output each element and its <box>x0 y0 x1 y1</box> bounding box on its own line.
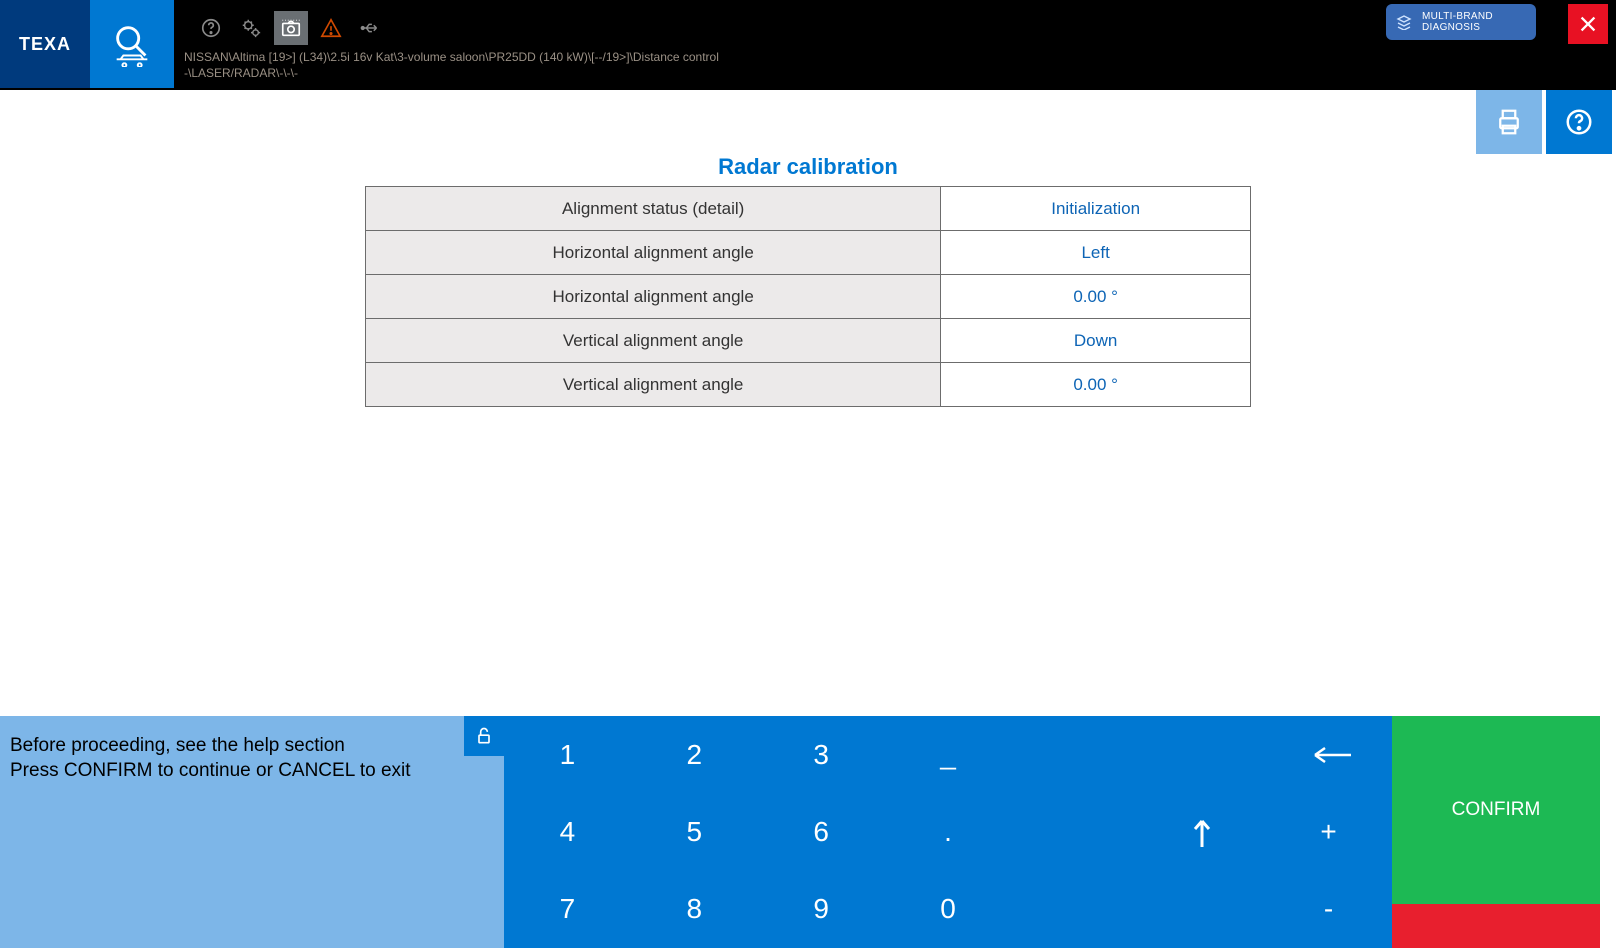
keypad-minus[interactable]: - <box>1265 871 1392 948</box>
row-label: Horizontal alignment angle <box>366 275 941 319</box>
calibration-table: Alignment status (detail)Initialization … <box>365 186 1251 407</box>
row-value: 0.00 ° <box>941 363 1251 407</box>
row-value: Initialization <box>941 187 1251 231</box>
usb-icon <box>360 17 382 39</box>
row-value: 0.00 ° <box>941 275 1251 319</box>
help-icon <box>200 17 222 39</box>
keypad-8[interactable]: 8 <box>631 871 758 948</box>
action-column: CONFIRM <box>1392 716 1600 948</box>
keypad-empty <box>1138 716 1265 793</box>
table-row: Alignment status (detail)Initialization <box>366 187 1251 231</box>
row-label: Vertical alignment angle <box>366 363 941 407</box>
page-title: Radar calibration <box>0 154 1616 180</box>
table-row: Vertical alignment angleDown <box>366 319 1251 363</box>
keypad-0[interactable]: 0 <box>885 871 1012 948</box>
keypad-underscore[interactable]: _ <box>885 716 1012 793</box>
stacked-layers-icon <box>1394 12 1414 32</box>
row-label: Vertical alignment angle <box>366 319 941 363</box>
row-value: Left <box>941 231 1251 275</box>
camera-icon <box>280 17 302 39</box>
warning-icon <box>320 17 342 39</box>
row-value: Down <box>941 319 1251 363</box>
keypad-backspace[interactable] <box>1265 716 1392 793</box>
row-label: Horizontal alignment angle <box>366 231 941 275</box>
brand-logo: TEXA <box>0 0 90 88</box>
table-row: Horizontal alignment angleLeft <box>366 231 1251 275</box>
multi-brand-badge[interactable]: MULTI-BRAND DIAGNOSIS <box>1386 4 1536 40</box>
arrow-up-icon <box>1188 815 1216 849</box>
keypad-empty <box>1011 716 1138 793</box>
numeric-keypad: 1 2 3 _ 4 5 6 . + 7 8 9 0 - <box>504 716 1392 948</box>
keypad-plus[interactable]: + <box>1265 793 1392 870</box>
keypad-3[interactable]: 3 <box>758 716 885 793</box>
main-content: Radar calibration Alignment status (deta… <box>0 90 1616 716</box>
confirm-button[interactable]: CONFIRM <box>1392 716 1600 904</box>
vehicle-search-button[interactable] <box>90 0 174 88</box>
keypad-empty <box>1138 871 1265 948</box>
keypad-empty <box>1011 793 1138 870</box>
warning-button[interactable] <box>314 11 348 45</box>
settings-icon <box>240 17 262 39</box>
bottom-panel: Before proceeding, see the help section … <box>0 716 1616 948</box>
keypad-7[interactable]: 7 <box>504 871 631 948</box>
instruction-panel: Before proceeding, see the help section … <box>0 716 504 948</box>
table-row: Vertical alignment angle0.00 ° <box>366 363 1251 407</box>
lock-button[interactable] <box>464 716 504 756</box>
lock-icon <box>474 726 494 746</box>
keypad-1[interactable]: 1 <box>504 716 631 793</box>
keypad-4[interactable]: 4 <box>504 793 631 870</box>
row-label: Alignment status (detail) <box>366 187 941 231</box>
close-icon <box>1577 13 1599 35</box>
keypad-6[interactable]: 6 <box>758 793 885 870</box>
keypad-arrow-up[interactable] <box>1138 793 1265 870</box>
settings-button[interactable] <box>234 11 268 45</box>
badge-line2: DIAGNOSIS <box>1422 22 1480 33</box>
instruction-line2: Press CONFIRM to continue or CANCEL to e… <box>10 759 494 784</box>
usb-button[interactable] <box>354 11 388 45</box>
vehicle-breadcrumb: NISSAN\Altima [19>] (L34)\2.5i 16v Kat\3… <box>184 50 719 81</box>
instruction-line1: Before proceeding, see the help section <box>10 734 494 759</box>
top-bar: TEXA NISSAN\Altima [19>] (L34)\2.5i 16v … <box>0 0 1616 90</box>
help-button[interactable] <box>194 11 228 45</box>
screenshot-button[interactable] <box>274 11 308 45</box>
keypad-dot[interactable]: . <box>885 793 1012 870</box>
breadcrumb-line2: -\LASER/RADAR\-\-\- <box>184 66 719 82</box>
badge-line1: MULTI-BRAND <box>1422 11 1493 22</box>
keypad-9[interactable]: 9 <box>758 871 885 948</box>
backspace-icon <box>1305 743 1353 767</box>
keypad-2[interactable]: 2 <box>631 716 758 793</box>
breadcrumb-line1: NISSAN\Altima [19>] (L34)\2.5i 16v Kat\3… <box>184 50 719 66</box>
cancel-button[interactable] <box>1392 904 1600 948</box>
keypad-5[interactable]: 5 <box>631 793 758 870</box>
search-vehicle-icon <box>109 21 155 67</box>
table-row: Horizontal alignment angle0.00 ° <box>366 275 1251 319</box>
keypad-empty <box>1011 871 1138 948</box>
close-button[interactable] <box>1568 4 1608 44</box>
